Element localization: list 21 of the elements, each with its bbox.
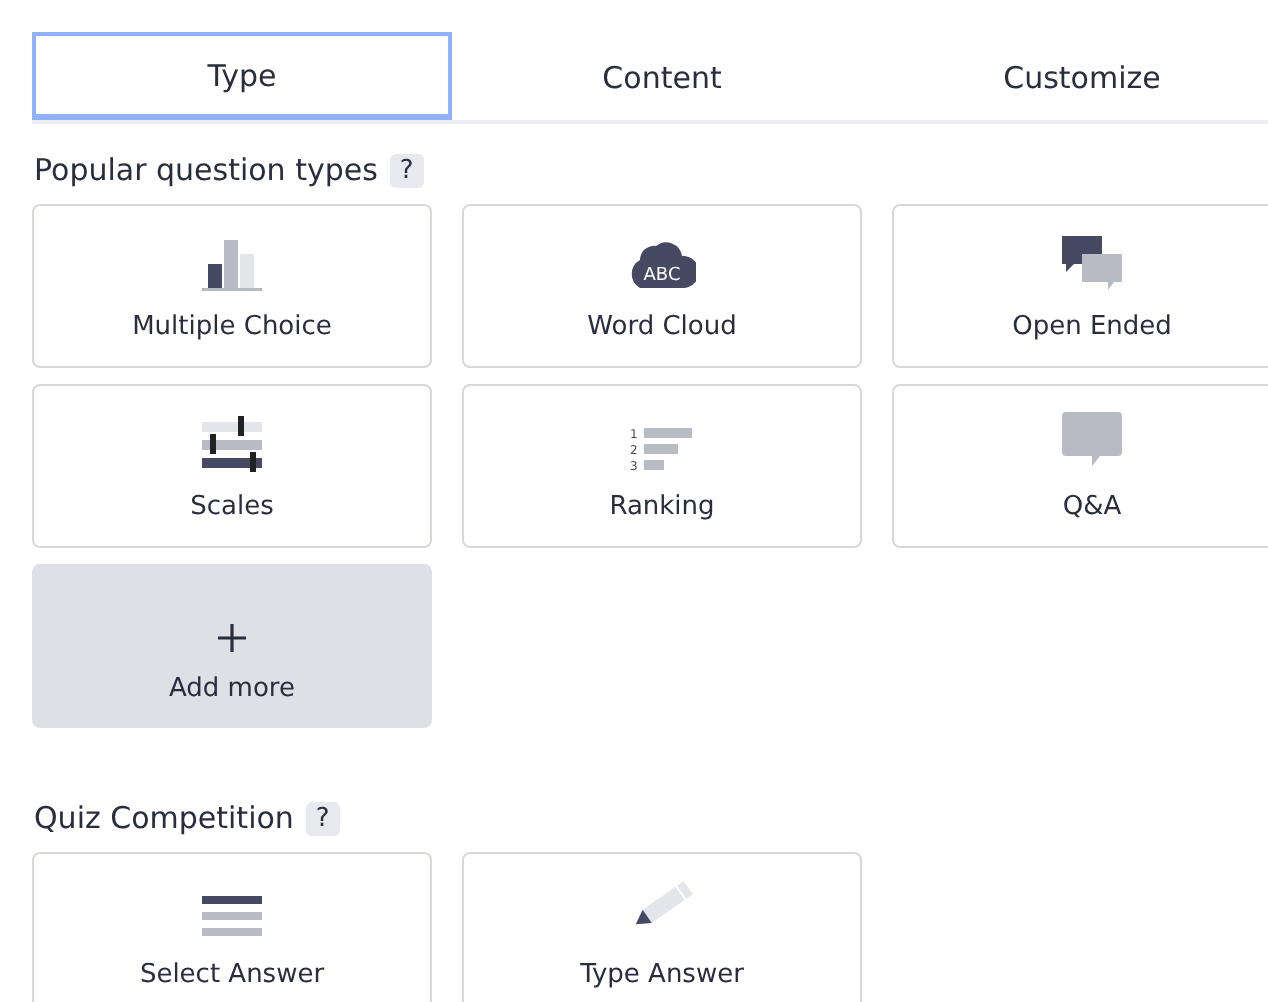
help-button[interactable]: ? [389,153,424,187]
question-type-card[interactable]: Type Answer [462,852,862,1002]
help-button[interactable]: ? [305,801,340,835]
plus-icon [216,622,248,654]
sliders-icon [198,416,266,472]
speech-bubbles-icon [1058,232,1126,292]
add-more-button[interactable]: Add more [32,564,432,728]
bar-chart-icon [200,236,264,292]
tab[interactable]: Type [32,32,452,120]
section-title: Quiz Competition [34,800,294,836]
tab[interactable]: Customize [872,32,1268,120]
word-cloud-icon: ABC [628,236,696,292]
question-type-card[interactable]: Open Ended [892,204,1268,368]
question-type-card[interactable]: Q&A [892,384,1268,548]
question-type-card[interactable]: ABC Word Cloud [462,204,862,368]
question-type-card[interactable]: Select Answer [32,852,432,1002]
tab[interactable]: Content [452,32,872,120]
question-type-card[interactable]: Scales [32,384,432,548]
section-title: Popular question types [34,152,378,188]
question-type-card[interactable]: Multiple Choice [32,204,432,368]
lines-icon [200,892,264,940]
